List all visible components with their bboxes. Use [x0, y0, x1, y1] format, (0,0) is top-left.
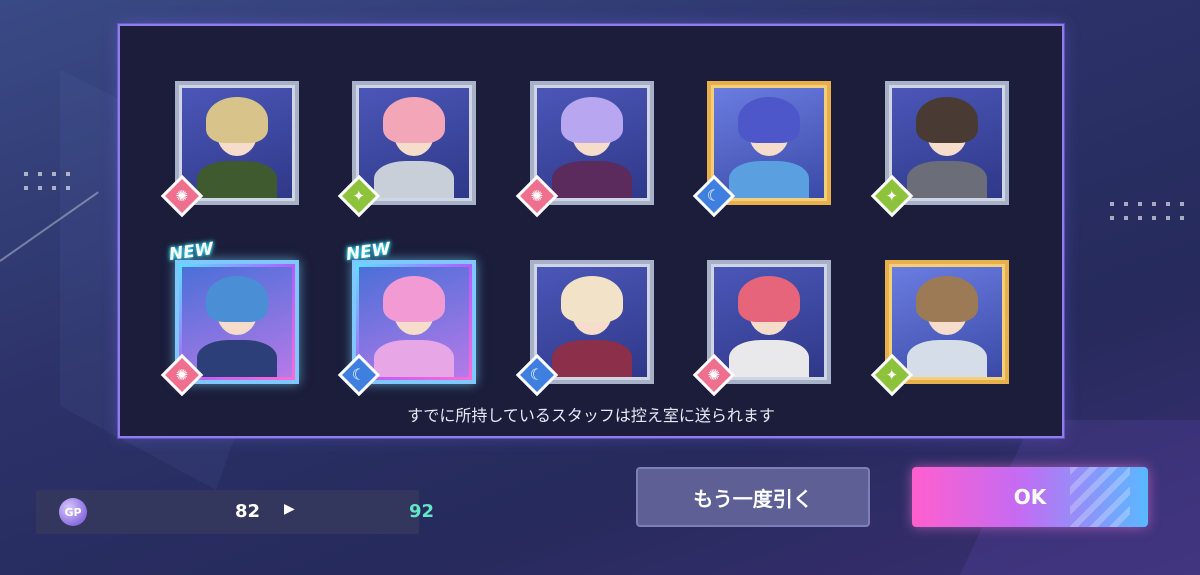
decor-dots [24, 172, 70, 190]
decor-dots [1110, 202, 1184, 220]
staff-portrait [892, 267, 1002, 377]
staff-portrait [714, 88, 824, 198]
staff-card[interactable]: ✺ NEW [160, 239, 299, 397]
staff-card[interactable]: ✦ [337, 81, 476, 218]
new-badge: NEW [344, 238, 392, 266]
ok-label: OK [1013, 485, 1047, 509]
staff-card[interactable]: ✺ [515, 81, 654, 218]
staff-portrait [359, 88, 469, 198]
staff-portrait [182, 267, 292, 377]
staff-portrait [892, 88, 1002, 198]
draw-again-button[interactable]: もう一度引く [636, 467, 870, 527]
staff-card[interactable]: ☾ [515, 260, 654, 397]
right-arrow-icon: ▶ [284, 501, 295, 517]
staff-card[interactable]: ✦ [870, 260, 1009, 397]
gp-after-value: 92 [408, 501, 434, 522]
new-badge: NEW [167, 238, 215, 266]
staff-card[interactable]: ✺ [160, 81, 299, 218]
staff-portrait [359, 267, 469, 377]
gp-before-value: 82 [234, 501, 260, 522]
staff-card[interactable]: ✦ [870, 81, 1009, 218]
gp-icon: GP [59, 498, 87, 526]
ok-button[interactable]: OK [912, 467, 1148, 527]
staff-portrait [537, 88, 647, 198]
staff-portrait [537, 267, 647, 377]
staff-card[interactable]: ✺ [692, 260, 831, 397]
staff-portrait [182, 88, 292, 198]
button-shine [1070, 467, 1130, 527]
duplicate-notice: すでに所持しているスタッフは控え室に送られます [407, 406, 775, 425]
staff-card[interactable]: ☾ [692, 81, 831, 218]
gp-counter: GP 82 ▶ 92 [36, 490, 434, 534]
gacha-result-panel: ✺ ✦ ✺ ☾ ✦ ✺ NEW ☾ NEW ☾ ✺ ✦ すでに所持しているスタッフは控え室に送られます [118, 24, 1064, 438]
draw-again-label: もう一度引く [693, 486, 813, 511]
staff-portrait [714, 267, 824, 377]
background-line [0, 191, 99, 262]
staff-card[interactable]: ☾ NEW [337, 239, 476, 397]
